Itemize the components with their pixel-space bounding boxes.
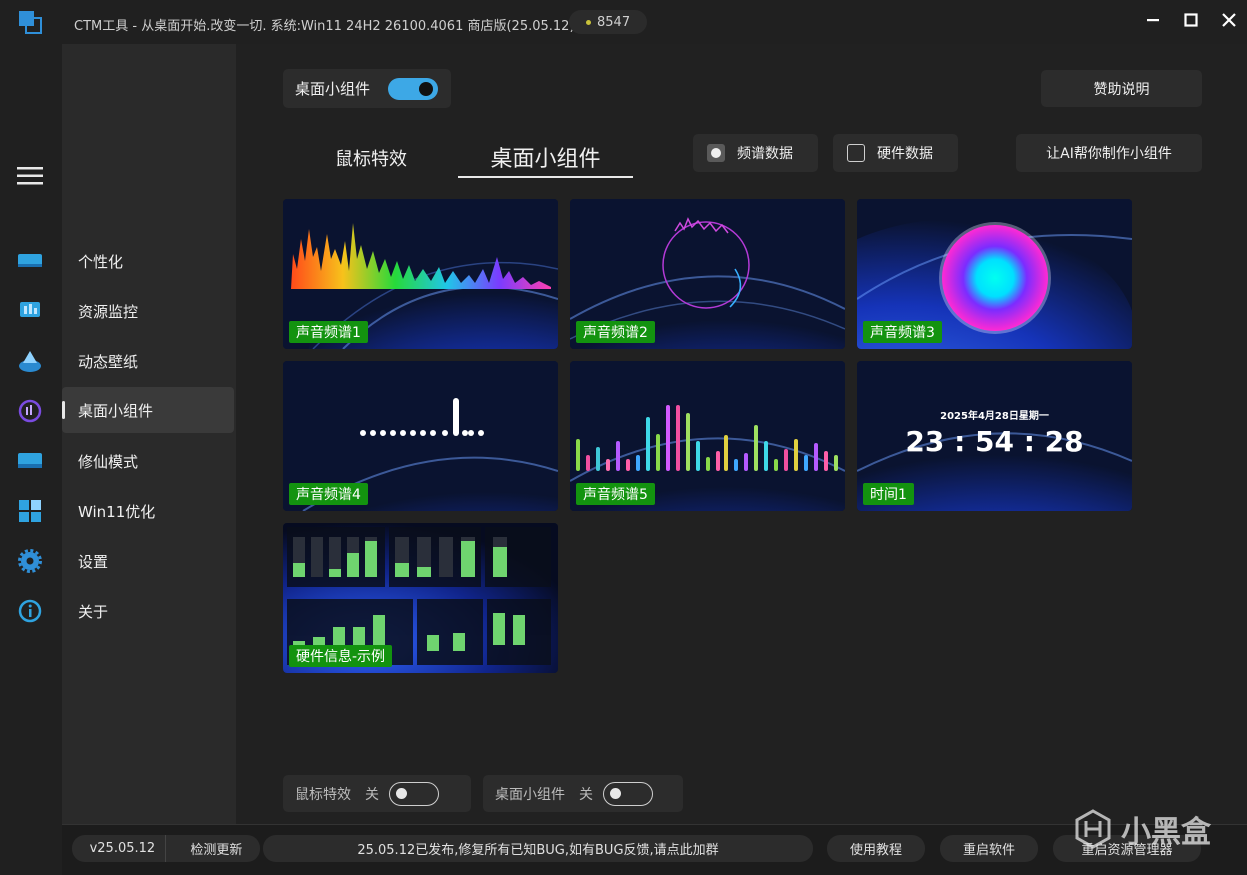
widget-card-label: 硬件信息-示例 (289, 645, 393, 667)
rail-personalize[interactable] (16, 247, 44, 275)
nav-menu: 个性化 资源监控 动态壁纸 桌面小组件 修仙模式 Win11优化 设置 关于 (62, 44, 236, 824)
close-button[interactable] (1219, 10, 1239, 30)
status-divider (165, 835, 166, 862)
app-window: CTM工具 - 从桌面开始.改变一切. 系统:Win11 24H2 26100.… (0, 0, 1247, 875)
nav-item-wallpaper[interactable]: 动态壁纸 (62, 338, 234, 384)
version-pill: v25.05.12 检测更新 (72, 835, 260, 862)
rail-widget[interactable] (16, 397, 44, 425)
widget-card-label: 时间1 (863, 483, 914, 505)
tab-mouse-effect[interactable]: 鼠标特效 (320, 138, 422, 178)
filter-spectrum[interactable]: 频谱数据 (693, 134, 818, 172)
rail-monitor[interactable] (16, 297, 44, 325)
coin-count: 8547 (597, 14, 631, 30)
nav-item-label: 个性化 (78, 252, 124, 271)
nav-item-label: 资源监控 (78, 302, 139, 321)
nav-item-label: 动态壁纸 (78, 352, 139, 371)
mouse-effect-state: 关 (365, 786, 379, 803)
watermark-logo-icon (1075, 809, 1111, 849)
watermark-text: 小黑盒 (1121, 815, 1211, 850)
personalize-icon (18, 254, 42, 267)
app-logo-icon (19, 11, 42, 34)
widget-bottom-state: 关 (579, 786, 593, 803)
rail-wallpaper[interactable] (16, 347, 44, 375)
close-icon (1222, 13, 1236, 27)
widget-card-label: 声音频谱3 (863, 321, 942, 343)
unchecked-icon (847, 144, 865, 162)
win11-icon (19, 500, 41, 522)
checked-icon (707, 144, 725, 162)
widget-toggle-switch[interactable] (388, 78, 438, 100)
version-text: v25.05.12 (89, 841, 156, 856)
nav-item-xiuxian[interactable]: 修仙模式 (62, 438, 234, 484)
menu-icon (17, 167, 43, 185)
widget-card-label: 声音频谱4 (289, 483, 368, 505)
widget-card-spectrum-5[interactable]: 声音频谱5 (570, 361, 845, 511)
check-update-button[interactable]: 检测更新 (190, 839, 242, 858)
nav-item-label: 关于 (78, 602, 109, 621)
icon-rail (0, 44, 62, 824)
xiuxian-icon (18, 453, 42, 468)
rail-win11[interactable] (16, 497, 44, 525)
rail-about[interactable] (16, 597, 44, 625)
nav-item-label: 修仙模式 (78, 452, 139, 471)
rail-xiuxian[interactable] (16, 447, 44, 475)
notice-banner[interactable]: 25.05.12已发布,修复所有已知BUG,如有BUG反馈,请点此加群 (263, 835, 813, 862)
widget-card-spectrum-1[interactable]: 声音频谱1 (283, 199, 558, 349)
about-icon (18, 599, 42, 623)
tab-desktop-widget[interactable]: 桌面小组件 (458, 138, 633, 178)
widget-card-hardware-sample[interactable]: 硬件信息-示例 (283, 523, 558, 673)
nav-item-widget[interactable]: 桌面小组件 (62, 387, 234, 433)
widget-date-text: 2025年4月28日星期一 (940, 411, 1049, 422)
widget-bottom-label: 桌面小组件 (495, 786, 565, 803)
coin-counter[interactable]: 8547 (569, 10, 648, 34)
filter-hardware-label: 硬件数据 (877, 146, 933, 162)
widget-card-spectrum-3[interactable]: 声音频谱3 (857, 199, 1132, 349)
nav-item-personalize[interactable]: 个性化 (62, 238, 234, 284)
mouse-effect-toggle[interactable]: 鼠标特效 关 (283, 775, 471, 812)
settings-icon (18, 549, 42, 573)
nav-item-win11[interactable]: Win11优化 (62, 488, 234, 534)
window-title: CTM工具 - 从桌面开始.改变一切. 系统:Win11 24H2 26100.… (74, 19, 575, 34)
monitor-icon (20, 302, 40, 317)
widget-card-label: 声音频谱2 (576, 321, 655, 343)
widget-card-spectrum-2[interactable]: 声音频谱2 (570, 199, 845, 349)
minimize-icon (1147, 19, 1159, 22)
ai-make-widget-button[interactable]: 让AI帮你制作小组件 (1016, 134, 1202, 172)
sponsor-button[interactable]: 赞助说明 (1041, 70, 1202, 107)
coin-icon (586, 19, 591, 25)
widget-time-text: 23 : 54 : 28 (905, 425, 1084, 458)
widget-bottom-switch[interactable] (603, 781, 653, 806)
nav-item-label: 设置 (78, 552, 109, 571)
minimize-button[interactable] (1143, 10, 1163, 30)
wallpaper-icon (19, 351, 41, 372)
widget-card-label: 声音频谱1 (289, 321, 368, 343)
maximize-button[interactable] (1181, 10, 1201, 30)
restart-app-button[interactable]: 重启软件 (940, 835, 1038, 862)
menu-toggle-button[interactable] (16, 162, 44, 190)
widget-bottom-toggle[interactable]: 桌面小组件 关 (483, 775, 683, 812)
nav-item-monitor[interactable]: 资源监控 (62, 288, 234, 334)
widget-card-spectrum-4[interactable]: 声音频谱4 (283, 361, 558, 511)
widget-icon (18, 399, 42, 423)
mouse-effect-switch[interactable] (389, 781, 439, 806)
maximize-icon (1184, 13, 1198, 27)
tutorial-button[interactable]: 使用教程 (827, 835, 925, 862)
filter-spectrum-label: 频谱数据 (737, 146, 793, 162)
rail-settings[interactable] (16, 547, 44, 575)
nav-item-about[interactable]: 关于 (62, 588, 234, 634)
nav-item-label: Win11优化 (78, 502, 156, 521)
widget-card-time-1[interactable]: 2025年4月28日星期一 23 : 54 : 28 时间1 (857, 361, 1132, 511)
widget-card-label: 声音频谱5 (576, 483, 655, 505)
watermark: 小黑盒 (1073, 807, 1211, 851)
widget-toggle-label: 桌面小组件 (295, 80, 371, 98)
nav-item-label: 桌面小组件 (78, 401, 154, 420)
title-bar: CTM工具 - 从桌面开始.改变一切. 系统:Win11 24H2 26100.… (0, 0, 1247, 44)
mouse-effect-label: 鼠标特效 (295, 786, 351, 803)
filter-hardware[interactable]: 硬件数据 (833, 134, 958, 172)
nav-item-settings[interactable]: 设置 (62, 538, 234, 584)
widget-master-toggle[interactable]: 桌面小组件 (283, 69, 451, 108)
